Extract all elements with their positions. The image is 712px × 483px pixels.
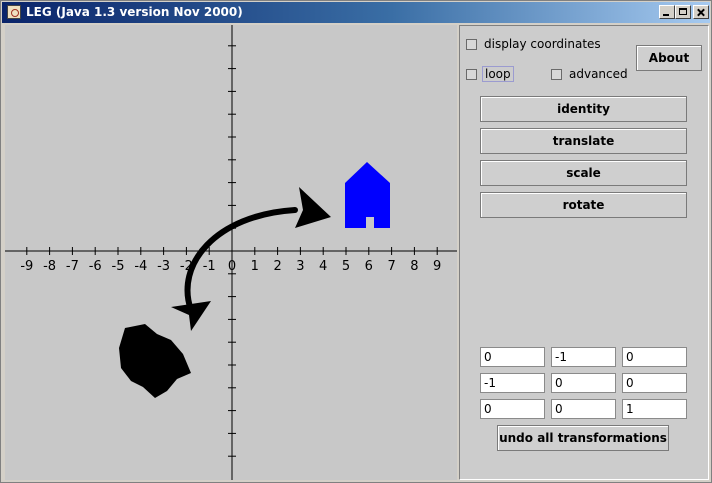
x-tick-label: -7 <box>66 259 79 274</box>
title-bar[interactable]: LEG (Java 1.3 version Nov 2000) <box>2 2 710 23</box>
matrix-cell-2-1[interactable] <box>551 399 616 419</box>
scale-button[interactable]: scale <box>480 160 687 186</box>
checkbox-box[interactable] <box>466 68 477 80</box>
x-tick-label: -9 <box>20 259 33 274</box>
advanced-checkbox[interactable]: advanced <box>551 66 630 82</box>
x-tick-label: -3 <box>157 259 170 274</box>
app-window: LEG (Java 1.3 version Nov 2000) -9 -8 -7 -6… <box>0 0 712 483</box>
x-tick-label: 6 <box>365 259 373 274</box>
x-axis-tick-labels: -9 -8 -7 -6 -5 -4 -3 -2 -1 0 1 2 3 4 5 6 7 8 9 <box>20 259 441 274</box>
java-app-icon[interactable] <box>7 5 21 19</box>
drawing-canvas[interactable]: -9 -8 -7 -6 -5 -4 -3 -2 -1 0 1 2 3 4 5 6 7 8 9 <box>5 25 457 480</box>
checkbox-box[interactable] <box>551 68 562 80</box>
rotate-button[interactable]: rotate <box>480 192 687 218</box>
control-panel: display coordinates About loop advanced … <box>459 25 709 480</box>
x-tick-label: 9 <box>433 259 441 274</box>
matrix-cell-0-0[interactable] <box>480 347 545 367</box>
maximize-icon[interactable] <box>675 5 691 19</box>
x-tick-label: 2 <box>273 259 281 274</box>
minimize-icon[interactable] <box>659 5 675 19</box>
close-icon[interactable] <box>693 5 709 19</box>
translate-button[interactable]: translate <box>480 128 687 154</box>
axes: -9 -8 -7 -6 -5 -4 -3 -2 -1 0 1 2 3 4 5 6 7 8 9 <box>5 25 457 480</box>
arrow-head-right <box>295 187 331 228</box>
x-tick-label: 5 <box>342 259 350 274</box>
matrix-cell-0-2[interactable] <box>622 347 687 367</box>
about-button[interactable]: About <box>636 45 702 71</box>
checkbox-box[interactable] <box>466 38 477 50</box>
loop-checkbox[interactable]: loop <box>466 66 514 82</box>
matrix-cell-1-2[interactable] <box>622 373 687 393</box>
arrow-head-down <box>171 301 211 331</box>
window-title: LEG (Java 1.3 version Nov 2000) <box>26 5 243 19</box>
x-tick-label: -5 <box>112 259 125 274</box>
x-tick-label: 8 <box>410 259 418 274</box>
matrix-cell-1-1[interactable] <box>551 373 616 393</box>
identity-button[interactable]: identity <box>480 96 687 122</box>
x-tick-label: 7 <box>387 259 395 274</box>
display-coordinates-checkbox[interactable]: display coordinates <box>466 36 603 52</box>
x-tick-label: 3 <box>296 259 304 274</box>
x-tick-label: -4 <box>134 259 147 274</box>
coordinate-plane: -9 -8 -7 -6 -5 -4 -3 -2 -1 0 1 2 3 4 5 6 7 8 9 <box>5 25 457 480</box>
matrix-cell-2-2[interactable] <box>622 399 687 419</box>
x-tick-label: 4 <box>319 259 327 274</box>
advanced-label: advanced <box>569 67 628 81</box>
matrix-cell-1-0[interactable] <box>480 373 545 393</box>
matrix-cell-0-1[interactable] <box>551 347 616 367</box>
black-shape <box>119 324 191 398</box>
x-tick-label: -1 <box>203 259 216 274</box>
x-tick-label: 0 <box>228 259 236 274</box>
matrix-cell-2-0[interactable] <box>480 399 545 419</box>
x-tick-label: -8 <box>43 259 56 274</box>
display-coordinates-label: display coordinates <box>484 37 601 51</box>
undo-all-transformations-button[interactable]: undo all transformations <box>497 425 669 451</box>
x-tick-label: 1 <box>251 259 259 274</box>
x-tick-label: -6 <box>89 259 102 274</box>
loop-label: loop <box>482 66 514 82</box>
blue-house <box>345 162 390 228</box>
